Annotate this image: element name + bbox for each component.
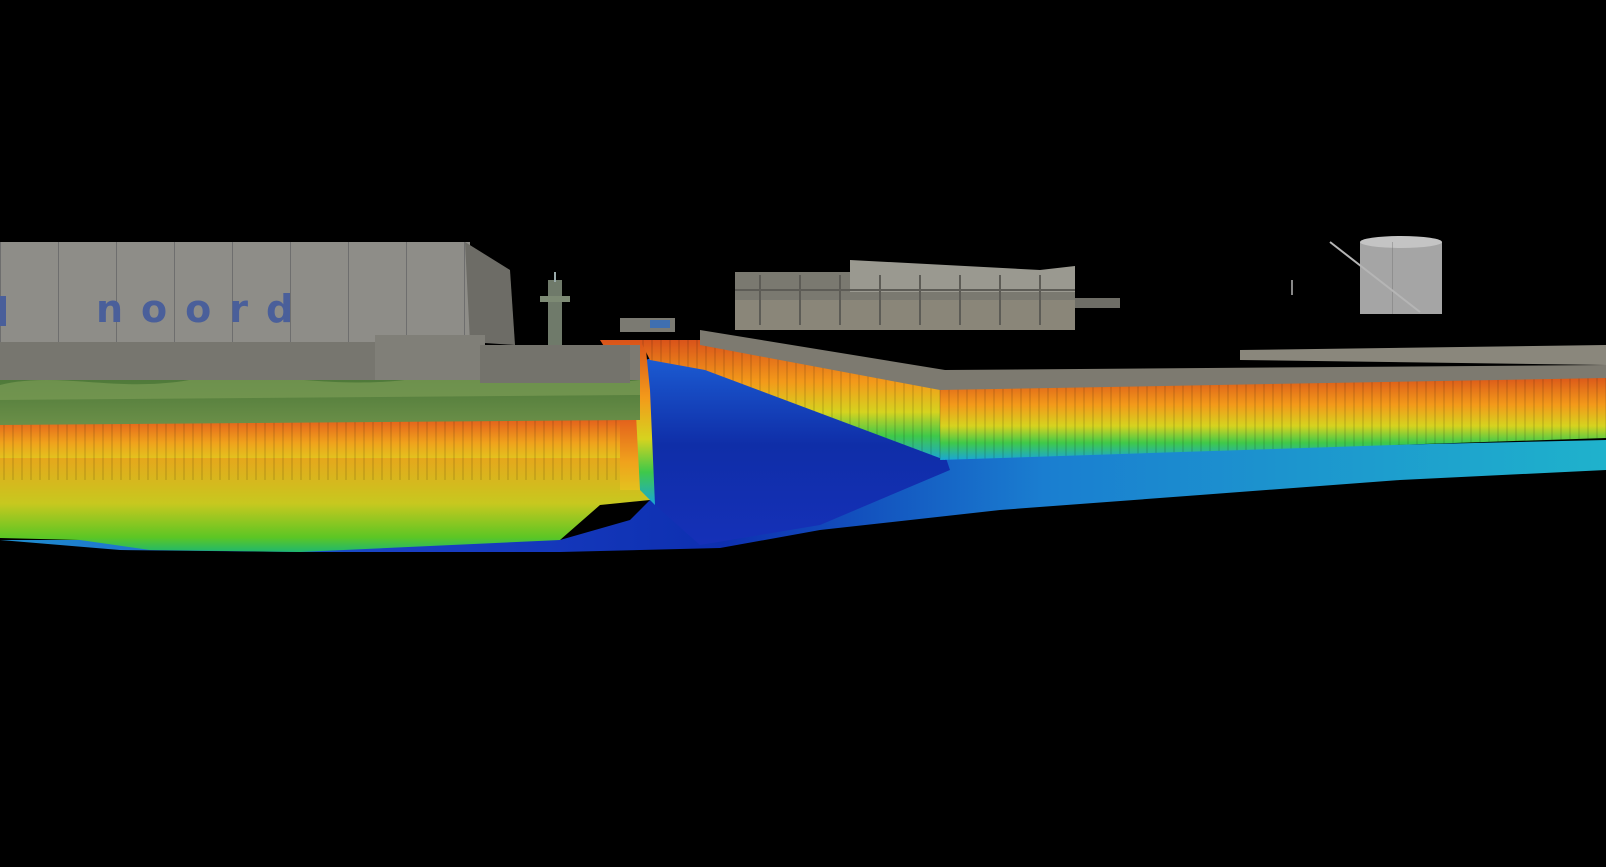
point-cloud-render: noord [0, 236, 1606, 552]
pylon-structure [540, 272, 570, 345]
warehouse-sign-text: noord [96, 287, 311, 331]
industrial-plant [620, 260, 1120, 332]
point-cloud-viewport[interactable]: noord [0, 0, 1606, 867]
storage-tank [1291, 236, 1442, 314]
